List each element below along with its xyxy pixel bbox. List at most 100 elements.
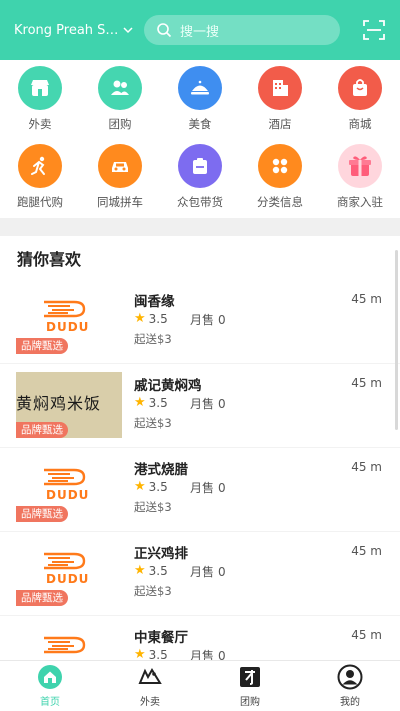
shop-sales: 月售 0 [190,479,226,496]
category-groupbuy[interactable]: 团购 [80,66,160,132]
category-mall[interactable]: 商城 [320,66,400,132]
shop-sales: 月售 0 [190,395,226,412]
tab-label: 我的 [340,697,360,708]
search-placeholder: 搜一搜 [180,24,220,40]
search-input[interactable]: 搜一搜 [144,15,340,45]
profile-icon [337,664,363,690]
dudu-logo-icon [44,636,86,654]
tab-groupbuy[interactable]: 团购 [200,665,300,708]
sales-value: 0 [218,565,226,579]
dudu-logo-text: DUDU [46,572,90,586]
shop-rating: ★ 3.5 [134,563,168,578]
gift-icon [338,144,382,188]
category-label: 分类信息 [257,195,303,209]
rating-value: 3.5 [148,479,168,494]
grid-icon [258,144,302,188]
rating-value: 3.5 [148,311,168,326]
location-selector[interactable]: Krong Preah Si... [14,23,136,38]
star-icon: ★ [134,395,146,410]
shop-min-order: 起送$3 [134,332,172,346]
chevron-down-icon [123,27,133,34]
section-title: 猜你喜欢 [17,250,82,269]
brand-badge: 品牌甄选 [16,422,68,438]
dudu-logo-icon [44,300,86,318]
category-takeout[interactable]: 外卖 [0,66,80,132]
sales-label: 月售 [190,481,215,495]
shop-list-item[interactable]: DUDU 品牌甄选 港式烧腊 45 m ★ 3.5 月售 0 起送$3 [0,448,400,532]
category-classified[interactable]: 分类信息 [240,144,320,210]
rating-value: 3.5 [148,563,168,578]
runner-icon [18,144,62,188]
shop-name: 正兴鸡排 [134,546,188,562]
shop-rating: ★ 3.5 [134,311,168,326]
shop-photo-text: 黄焖鸡米饭 [16,394,102,413]
category-merchant-join[interactable]: 商家入驻 [320,144,400,210]
shop-name: 港式烧腊 [134,462,188,478]
scan-icon[interactable] [362,18,386,42]
category-label: 跑腿代购 [17,195,63,209]
shop-rating: ★ 3.5 [134,479,168,494]
star-icon: ★ [134,563,146,578]
brand-badge: 品牌甄选 [16,338,68,354]
category-label: 商城 [348,117,372,131]
bottom-tab-bar: 首页 外卖 团购 我的 [0,660,400,711]
shop-distance: 45 m [351,460,382,474]
category-carpool[interactable]: 同城拼车 [80,144,160,210]
dish-icon [178,66,222,110]
sales-value: 0 [218,481,226,495]
shop-name: 戚记黄焖鸡 [134,378,202,394]
tab-home[interactable]: 首页 [0,665,100,708]
search-icon [157,23,172,38]
shop-icon [338,66,382,110]
shop-sales: 月售 0 [190,563,226,580]
car-icon [98,144,142,188]
sales-label: 月售 [190,565,215,579]
shop-rating: ★ 3.5 [134,395,168,410]
shop-thumbnail: DUDU 品牌甄选 [16,540,122,606]
section-divider [0,218,400,236]
shop-min-order: 起送$3 [134,500,172,514]
tab-profile[interactable]: 我的 [300,664,400,708]
shop-distance: 45 m [351,628,382,642]
tab-label: 外卖 [140,697,160,708]
category-label: 美食 [188,117,212,131]
star-icon: ★ [134,479,146,494]
shop-min-order: 起送$3 [134,416,172,430]
category-crowdsource[interactable]: 众包带货 [160,144,240,210]
group-icon [98,66,142,110]
shop-sales: 月售 0 [190,311,226,328]
shop-list-item[interactable]: 中東餐厅 45 m ★ 3.5 月售 0 [0,616,400,663]
shop-list-item[interactable]: DUDU 品牌甄选 正兴鸡排 45 m ★ 3.5 月售 0 起送$3 [0,532,400,616]
category-grid: 外卖 团购 美食 酒店 商城 跑腿代购 同城拼车 众包带货 分类信息 商家入驻 [0,60,400,218]
scrollbar[interactable] [395,250,398,430]
category-food[interactable]: 美食 [160,66,240,132]
dudu-logo-icon [44,552,86,570]
tuan-icon [240,667,260,687]
takeout-icon [138,668,162,684]
shop-distance: 45 m [351,376,382,390]
shop-distance: 45 m [351,292,382,306]
category-label: 同城拼车 [97,195,143,209]
package-icon [178,144,222,188]
shop-thumbnail [16,624,122,660]
dudu-logo-text: DUDU [46,488,90,502]
category-errand[interactable]: 跑腿代购 [0,144,80,210]
shop-name: 中東餐厅 [134,630,188,646]
shop-list-item[interactable]: DUDU 品牌甄选 闽香缘 45 m ★ 3.5 月售 0 起送$3 [0,280,400,364]
sales-value: 0 [218,313,226,327]
hotel-icon [258,66,302,110]
tab-label: 团购 [240,697,260,708]
category-hotel[interactable]: 酒店 [240,66,320,132]
home-icon [38,665,62,689]
shop-thumbnail: DUDU 品牌甄选 [16,288,122,354]
tab-takeout[interactable]: 外卖 [100,665,200,708]
category-label: 团购 [108,117,132,131]
shop-thumbnail: 黄焖鸡米饭 品牌甄选 [16,372,122,438]
location-text: Krong Preah Si... [14,22,120,38]
top-header: Krong Preah Si... 搜一搜 [0,0,400,60]
dudu-logo-icon [44,468,86,486]
shop-list-item[interactable]: 黄焖鸡米饭 品牌甄选 戚记黄焖鸡 45 m ★ 3.5 月售 0 起送$3 [0,364,400,448]
sales-label: 月售 [190,397,215,411]
sales-value: 0 [218,397,226,411]
star-icon: ★ [134,311,146,326]
